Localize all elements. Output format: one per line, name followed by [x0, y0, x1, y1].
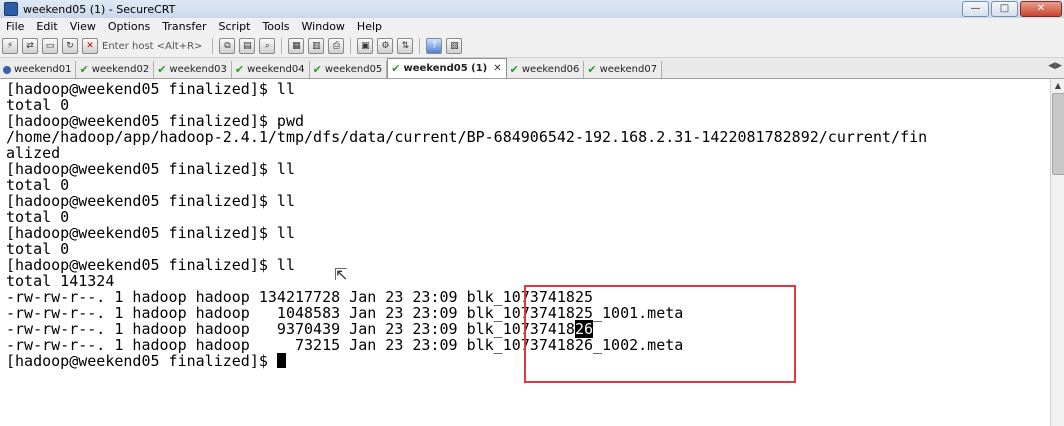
scrollbar-thumb[interactable]	[1052, 93, 1064, 175]
maximize-button[interactable]: □	[991, 1, 1018, 17]
tab-label: weekend07	[599, 64, 658, 75]
tab-close-icon[interactable]: ✕	[493, 63, 501, 74]
toolbar: ⚡ ⇄ ▭ ↻ ✕ Enter host <Alt+R> ⧉ ▤ ⌕ ▦ ▥ ⎙…	[0, 35, 1064, 58]
connected-check-icon: ✔	[391, 62, 401, 75]
tab-weekend06[interactable]: ✔ weekend06	[506, 61, 585, 78]
paste-icon[interactable]: ▤	[239, 38, 256, 54]
terminal-cursor	[276, 353, 286, 368]
terminal-line: total 141324	[6, 272, 115, 290]
session-tab-bar: weekend01 ✔ weekend02 ✔ weekend03 ✔ weekend…	[0, 58, 1064, 79]
global-options-icon[interactable]: ⚙	[377, 38, 394, 54]
terminal-line: [hadoop@weekend05 finalized]$ pwd	[6, 112, 305, 130]
toolbar-separator	[281, 38, 283, 54]
connected-check-icon: ✔	[509, 63, 519, 76]
connected-check-icon: ✔	[234, 63, 245, 76]
terminal-line: alized	[6, 144, 61, 162]
print-selection-icon[interactable]: ▥	[308, 38, 325, 54]
menu-window[interactable]: Window	[296, 20, 351, 33]
terminal-line: -rw-rw-r--. 1 hadoop hadoop 9370439 Jan …	[6, 320, 594, 338]
terminal-output[interactable]: [hadoop@weekend05 finalized]$ ll total 0…	[3, 79, 1049, 426]
host-input[interactable]: Enter host <Alt+R>	[102, 41, 202, 52]
close-button[interactable]: ✕	[1020, 1, 1062, 17]
tab-label: weekend04	[247, 64, 305, 75]
menu-edit[interactable]: Edit	[30, 20, 63, 33]
terminal-line: [hadoop@weekend05 finalized]$ ll	[6, 192, 295, 210]
menu-script[interactable]: Script	[213, 20, 257, 33]
prompt-text: [hadoop@weekend05 finalized]$	[6, 352, 277, 370]
tab-weekend01[interactable]: weekend01	[0, 61, 77, 78]
terminal-line: [hadoop@weekend05 finalized]$ ll	[6, 224, 295, 242]
terminal-line: /home/hadoop/app/hadoop-2.4.1/tmp/dfs/da…	[6, 128, 928, 146]
disconnect-icon[interactable]: ✕	[82, 38, 98, 54]
find-icon[interactable]: ⌕	[259, 38, 276, 54]
tab-label: weekend03	[169, 64, 227, 75]
menu-bar: File Edit View Options Transfer Script T…	[0, 18, 1064, 35]
session-options-icon[interactable]: ▣	[357, 38, 374, 54]
terminal-line: total 0	[6, 96, 70, 114]
tab-label: weekend06	[521, 64, 580, 75]
menu-help[interactable]: Help	[351, 20, 388, 33]
terminal-line: [hadoop@weekend05 finalized]$ ll	[6, 80, 295, 98]
terminal-line: [hadoop@weekend05 finalized]$ ll	[6, 256, 295, 274]
tab-weekend03[interactable]: ✔ weekend03	[154, 61, 232, 78]
quick-connect-icon[interactable]: ⇄	[22, 38, 38, 54]
terminal-prompt-line: [hadoop@weekend05 finalized]$	[6, 353, 286, 369]
connected-check-icon: ✔	[312, 63, 322, 76]
terminal-line: [hadoop@weekend05 finalized]$ ll	[6, 160, 295, 178]
help-icon[interactable]: ?	[426, 38, 443, 54]
menu-options[interactable]: Options	[102, 20, 156, 33]
red-highlight-box	[524, 285, 796, 383]
title-bar: weekend05 (1) - SecureCRT — □ ✕	[0, 0, 1064, 19]
menu-transfer[interactable]: Transfer	[156, 20, 212, 33]
tab-label: weekend02	[91, 64, 150, 75]
print-screen-icon[interactable]: ▦	[288, 38, 305, 54]
tab-weekend07[interactable]: ✔ weekend07	[584, 61, 663, 78]
connect-tab-icon[interactable]: ▭	[42, 38, 58, 54]
tab-weekend05[interactable]: ✔ weekend05	[309, 61, 388, 78]
tab-weekend02[interactable]: ✔ weekend02	[76, 61, 155, 78]
tab-label: weekend05	[324, 64, 383, 75]
connected-check-icon: ✔	[157, 63, 167, 76]
tab-weekend04[interactable]: ✔ weekend04	[231, 61, 310, 78]
sftp-icon[interactable]: ⇅	[397, 38, 414, 54]
vertical-scrollbar[interactable]: ▲	[1050, 79, 1064, 426]
connect-icon[interactable]: ⚡	[2, 38, 18, 54]
tab-weekend05-1[interactable]: ✔ weekend05 (1) ✕	[387, 58, 507, 78]
connected-check-icon: ✔	[587, 63, 597, 76]
terminal-line: -rw-rw-r--. 1 hadoop hadoop 134217728 Ja…	[6, 288, 593, 306]
tab-label: weekend05 (1)	[403, 63, 488, 74]
minimize-button[interactable]: —	[962, 1, 989, 17]
window-title: weekend05 (1) - SecureCRT	[23, 2, 176, 16]
mouse-pointer-icon: ⇱	[334, 265, 348, 284]
securecrt-app-icon	[4, 2, 18, 16]
menu-tools[interactable]: Tools	[256, 20, 295, 33]
connected-check-icon: ✔	[79, 63, 89, 76]
toolbar-separator	[419, 38, 421, 54]
toolbar-separator	[212, 38, 214, 54]
info-status-icon	[3, 65, 11, 74]
keymap-icon[interactable]: ▧	[446, 38, 463, 54]
terminal-line: total 0	[6, 240, 70, 258]
scroll-up-icon[interactable]: ▲	[1051, 79, 1064, 93]
terminal-line: total 0	[6, 208, 70, 226]
toolbar-separator	[350, 38, 352, 54]
reconnect-icon[interactable]: ↻	[62, 38, 78, 54]
copy-icon[interactable]: ⧉	[219, 38, 236, 54]
tab-label: weekend01	[14, 64, 72, 75]
print-icon[interactable]: ⎙	[328, 38, 345, 54]
menu-view[interactable]: View	[64, 20, 102, 33]
terminal-line: total 0	[6, 176, 70, 194]
tab-scroll-icon[interactable]: ◀▶	[1048, 61, 1062, 71]
menu-file[interactable]: File	[0, 20, 30, 33]
